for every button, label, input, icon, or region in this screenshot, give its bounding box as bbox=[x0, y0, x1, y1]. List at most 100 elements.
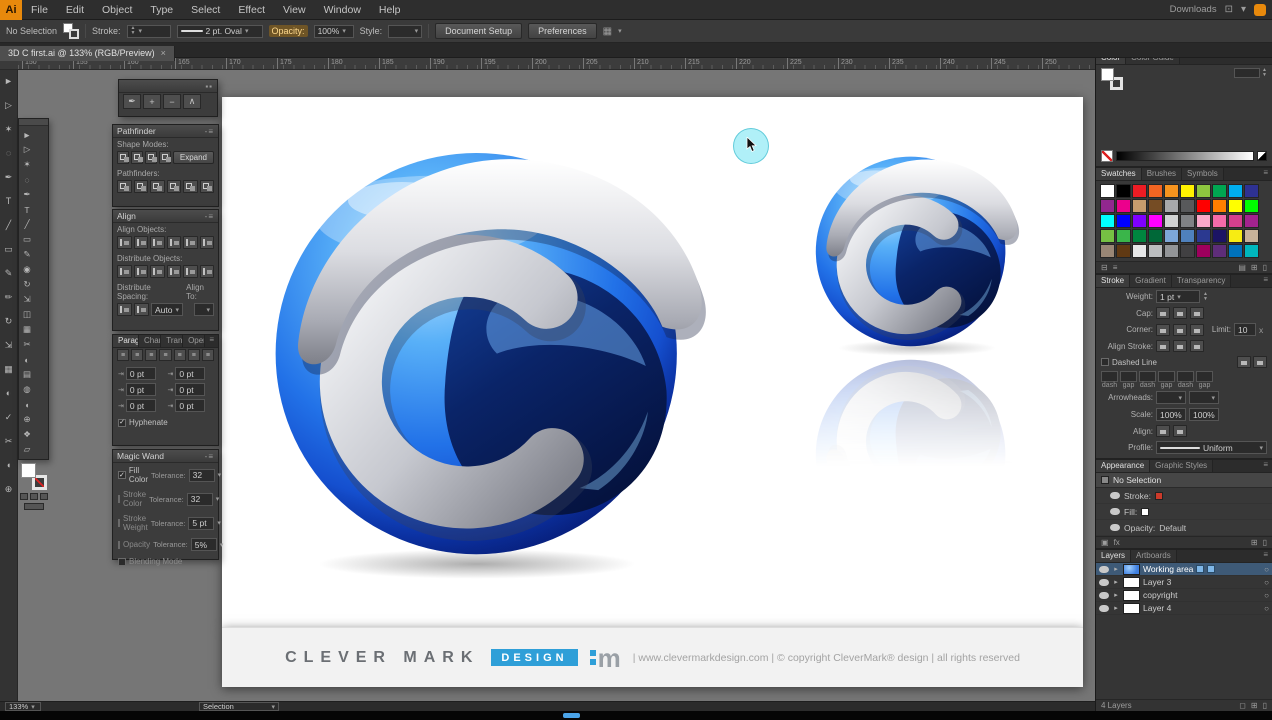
appearance-row[interactable]: Fill: bbox=[1096, 504, 1272, 520]
distribute-spacing-horizontal-button[interactable] bbox=[134, 303, 149, 316]
menu-edit[interactable]: Edit bbox=[57, 0, 93, 20]
menu-view[interactable]: View bbox=[274, 0, 315, 20]
color-mode-button[interactable] bbox=[19, 493, 28, 500]
indent-value-field[interactable]: 0 pt bbox=[125, 399, 156, 412]
limit-field[interactable]: 10 bbox=[1234, 323, 1256, 336]
panel-menu-icon[interactable]: ≡ bbox=[1259, 550, 1272, 562]
indent-value-field[interactable]: 0 pt bbox=[125, 367, 156, 380]
swatch-options-icon[interactable]: ▤ bbox=[1238, 263, 1246, 272]
visibility-eye-icon[interactable] bbox=[1099, 565, 1109, 573]
hyphenate-checkbox[interactable]: ✓ bbox=[118, 418, 126, 427]
panel-menu-icon[interactable]: ≡ bbox=[1259, 275, 1272, 287]
color-swatch[interactable] bbox=[1244, 184, 1259, 198]
align-vertical-center-button[interactable] bbox=[183, 236, 198, 249]
new-swatch-icon[interactable]: ⊞ bbox=[1251, 263, 1258, 272]
align-to-select[interactable]: ▾ bbox=[194, 303, 214, 316]
color-swatch[interactable] bbox=[1116, 214, 1131, 228]
menu-select[interactable]: Select bbox=[182, 0, 229, 20]
gradient-tool-icon[interactable]: ◐ bbox=[1, 385, 17, 401]
expand-layer-icon[interactable]: ▸ bbox=[1112, 578, 1120, 586]
distribute-horizontal-right-button[interactable] bbox=[199, 265, 214, 278]
tab-appearance[interactable]: Appearance bbox=[1096, 460, 1151, 472]
taskbar-accent-icon[interactable] bbox=[563, 713, 580, 718]
layer-name[interactable]: Working area bbox=[1143, 564, 1193, 574]
color-swatch[interactable] bbox=[1148, 244, 1163, 258]
color-swatch[interactable] bbox=[1228, 214, 1243, 228]
color-swatch[interactable] bbox=[1116, 184, 1131, 198]
color-swatch[interactable] bbox=[1164, 199, 1179, 213]
pathfinder-panel-header[interactable]: Pathfinder -≡ bbox=[113, 125, 218, 138]
gradient-tool-icon[interactable]: ◐ bbox=[20, 352, 34, 367]
menu-window[interactable]: Window bbox=[315, 0, 370, 20]
layer-target-icon[interactable]: ○ bbox=[1264, 591, 1269, 600]
fill-stroke-widget[interactable] bbox=[1101, 68, 1123, 90]
weight-field[interactable]: 1 pt ▾ bbox=[1156, 290, 1200, 303]
paragraph-align-left-button[interactable]: ≡ bbox=[117, 349, 130, 361]
tab-paragraph[interactable]: Paragraph bbox=[113, 335, 140, 347]
color-swatch[interactable] bbox=[1212, 244, 1227, 258]
indent-value-field[interactable]: 0 pt bbox=[175, 367, 206, 380]
convert-anchor-tool-icon[interactable]: ∧ bbox=[183, 94, 201, 109]
fill-stroke-proxy[interactable] bbox=[63, 23, 80, 39]
rectangle-tool-icon[interactable]: ▭ bbox=[1, 241, 17, 257]
rotate-tool-icon[interactable]: ↻ bbox=[1, 313, 17, 329]
dash-value-field[interactable] bbox=[1101, 371, 1118, 382]
expand-layer-icon[interactable]: ▸ bbox=[1112, 565, 1120, 573]
paintbrush-tool-icon[interactable]: ✎ bbox=[20, 247, 34, 262]
color-swatch[interactable] bbox=[1116, 199, 1131, 213]
current-tool-select[interactable]: Selection ▾ bbox=[199, 702, 279, 711]
stroke-swatch[interactable] bbox=[69, 29, 80, 39]
tab-stroke[interactable]: Stroke bbox=[1096, 275, 1131, 287]
color-swatch[interactable] bbox=[1196, 229, 1211, 243]
tab-transparency[interactable]: Transparency bbox=[1171, 275, 1232, 287]
hand-tool-icon[interactable]: ◖ bbox=[20, 397, 34, 412]
tab-charact[interactable]: Charact bbox=[139, 335, 162, 347]
round-join-button[interactable] bbox=[1173, 323, 1187, 336]
chevron-down-icon[interactable]: ▾ bbox=[216, 495, 220, 503]
color-swatch[interactable] bbox=[1132, 244, 1147, 258]
selection-tool-icon[interactable]: ► bbox=[20, 127, 34, 142]
direct-selection-tool-icon[interactable]: ▷ bbox=[20, 142, 34, 157]
arrow-tip-align-button[interactable] bbox=[1156, 425, 1170, 437]
color-swatch[interactable] bbox=[1180, 244, 1195, 258]
tolerance-field[interactable]: 5 pt bbox=[188, 516, 215, 530]
type-tool-icon[interactable]: T bbox=[1, 193, 17, 209]
color-swatch[interactable] bbox=[1196, 244, 1211, 258]
color-swatch[interactable] bbox=[1148, 229, 1163, 243]
color-spectrum-ramp[interactable] bbox=[1116, 151, 1254, 161]
align-vertical-bottom-button[interactable] bbox=[199, 236, 214, 249]
color-swatch[interactable] bbox=[1164, 244, 1179, 258]
panel-menu-icon[interactable]: ≡ bbox=[1259, 168, 1272, 180]
preferences-button[interactable]: Preferences bbox=[528, 23, 597, 39]
direct-selection-tool-icon[interactable]: ▷ bbox=[1, 97, 17, 113]
align-stroke-inside-button[interactable] bbox=[1173, 340, 1187, 352]
tab-artboards[interactable]: Artboards bbox=[1131, 550, 1177, 562]
color-swatch[interactable] bbox=[1148, 184, 1163, 198]
layer-target-icon[interactable]: ○ bbox=[1264, 565, 1269, 574]
delete-item-icon[interactable]: ▯ bbox=[1263, 538, 1267, 547]
round-cap-button[interactable] bbox=[1173, 307, 1187, 319]
panel-menu-icon[interactable]: ▪▪ bbox=[205, 82, 213, 91]
scale-tool-icon[interactable]: ⇲ bbox=[20, 292, 34, 307]
chevron-down-icon[interactable]: ▾ bbox=[220, 541, 224, 549]
app-logo-icon[interactable]: Ai bbox=[0, 0, 22, 20]
panel-menu-icon[interactable]: ≡ bbox=[205, 335, 218, 347]
delete-layer-icon[interactable]: ▯ bbox=[1263, 701, 1267, 710]
dash-value-field[interactable] bbox=[1139, 371, 1156, 382]
shape-mode-exclude-button[interactable] bbox=[158, 151, 171, 164]
mesh-tool-icon[interactable]: ▦ bbox=[20, 322, 34, 337]
color-swatch[interactable] bbox=[1228, 229, 1243, 243]
layer-row[interactable]: ▸ copyright ○ bbox=[1096, 589, 1272, 602]
opacity-link[interactable]: Opacity: bbox=[268, 25, 308, 37]
fill-color-checkbox[interactable]: ✓ bbox=[118, 471, 126, 479]
shape-builder-tool-icon[interactable]: ◫ bbox=[20, 307, 34, 322]
layer-target-icon[interactable]: ○ bbox=[1264, 604, 1269, 613]
chevron-down-icon[interactable]: ▾ bbox=[1241, 4, 1246, 15]
align-panel-header[interactable]: Align -≡ bbox=[113, 210, 218, 223]
graph-tool-icon[interactable]: ▤ bbox=[20, 367, 34, 382]
color-swatch[interactable] bbox=[1212, 229, 1227, 243]
arrowhead-end-select[interactable]: ▾ bbox=[1189, 391, 1219, 404]
document-tab[interactable]: 3D C first.ai @ 133% (RGB/Preview) × bbox=[0, 45, 175, 61]
tab-openty[interactable]: OpenTy bbox=[183, 335, 206, 347]
color-swatch[interactable] bbox=[1180, 229, 1195, 243]
